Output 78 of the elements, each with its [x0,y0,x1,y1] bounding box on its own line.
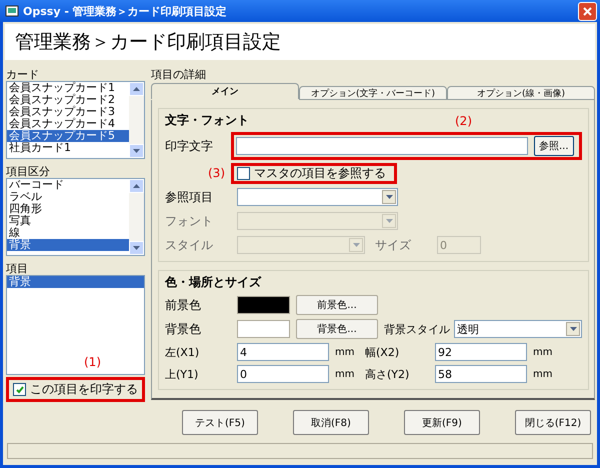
input-field[interactable]: 92 [435,343,527,361]
unit-label: mm [335,346,356,358]
field-label: 参照項目 [165,188,214,206]
caret-up-icon [133,184,140,188]
field-label: 前景色 [165,296,202,314]
input-field[interactable] [236,137,528,155]
list-item[interactable]: ラベル [7,191,129,203]
scrollbar[interactable] [129,179,144,255]
list-item[interactable]: 社員カード1 [7,142,129,154]
field-label: フォント [165,212,214,230]
field-label: 背景色 [165,320,202,338]
dropdown-value: 透明 [457,322,479,336]
list-item[interactable]: 会員スナップカード1 [7,82,129,94]
list-label: カード [6,68,40,81]
list-box[interactable]: 会員スナップカード1 会員スナップカード2 会員スナップカード3 会員スナップカード4 会員スナップカード5 社員カード1 [6,81,145,159]
group-title: 色・場所とサイズ [165,274,262,291]
list-item[interactable]: 四角形 [7,203,129,215]
dropdown[interactable]: 透明 [454,320,582,338]
list-item[interactable]: 会員スナップカード5 [7,130,129,142]
color-button[interactable]: 前景色... [296,295,378,315]
checkbox[interactable] [13,383,26,396]
app-icon [5,4,19,18]
action-button[interactable]: 閉じる(F12) [515,410,591,435]
window-title: Opssy - 管理業務＞カード印刷項目設定 [23,4,228,18]
close-icon [583,6,592,16]
scrollbar[interactable] [129,82,144,158]
caret-down-icon [133,149,140,153]
tab[interactable]: オプション(文字・バーコード) [299,86,447,100]
page-heading: 管理業務＞カード印刷項目設定 [5,24,595,60]
checkmark-icon [16,386,24,394]
list-item[interactable]: 線 [7,227,129,239]
caret-up-icon [133,87,140,91]
list-item[interactable]: 背景 [7,276,144,288]
caret-down-icon [352,243,360,247]
list-item[interactable]: バーコード [7,179,129,191]
color-button[interactable]: 背景色... [296,319,378,339]
field-label: 背景スタイル [384,322,448,336]
group-title: 文字・フォント [165,112,249,129]
field-label: スタイル [165,236,214,254]
caret-down-icon [386,195,392,199]
caret-down-icon [133,246,140,250]
list-item[interactable]: 会員スナップカード4 [7,118,129,130]
list-item[interactable]: 背景 [7,239,129,251]
field-label: 幅(X2) [365,344,400,360]
checkbox[interactable] [237,166,250,180]
input-field[interactable]: 4 [237,343,329,361]
checkbox-label: マスタの項目を参照する [254,166,386,180]
dropdown[interactable] [237,188,398,206]
caret-down-icon [570,327,576,331]
list-box[interactable]: バーコード ラベル 四角形 写真 線 背景 [6,178,145,256]
list-item[interactable]: 会員スナップカード2 [7,94,129,106]
checkbox-label: この項目を印字する [30,383,138,396]
field-label: 印字文字 [165,138,214,154]
list-item[interactable]: 会員スナップカード3 [7,106,129,118]
tab[interactable]: メイン [151,83,299,99]
close-button[interactable] [578,2,597,20]
action-button[interactable]: 取消(F8) [293,410,369,435]
field-label: 高さ(Y2) [365,366,410,382]
action-button[interactable]: 更新(F9) [404,410,480,435]
unit-label: mm [533,368,554,380]
section-label: 項目の詳細 [151,68,207,81]
action-button[interactable]: テスト(F5) [182,410,258,435]
field-label: 上(Y1) [165,366,200,382]
annotation-label: (3) [207,166,225,180]
annotation-label: (1) [84,355,101,369]
unit-label: mm [335,368,356,380]
input-field[interactable]: 0 [237,365,329,383]
caret-down-icon [386,219,392,223]
list-label: 項目区分 [6,165,51,178]
field-label: 左(X1) [165,344,200,360]
browse-button[interactable]: 参照... [534,136,574,156]
list-item[interactable]: 写真 [7,215,129,227]
annotation-label: (2) [455,114,472,128]
field-label: サイズ [374,236,412,254]
list-label: 項目 [6,262,29,275]
tab[interactable]: オプション(線・画像) [447,86,595,100]
unit-label: mm [533,346,554,358]
input-field[interactable]: 58 [435,365,527,383]
